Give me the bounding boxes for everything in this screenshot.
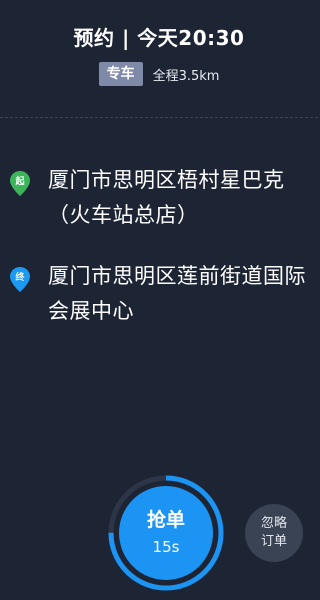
end-pin-label: 终 (15, 273, 25, 283)
end-address: 厦门市思明区莲前街道国际会展中心 (48, 264, 306, 323)
ignore-order-button[interactable]: 忽略 订单 (245, 504, 303, 562)
car-type-badge: 专车 (98, 62, 143, 86)
grab-order-button[interactable]: 抢单 15s (119, 486, 213, 580)
start-address: 厦门市思明区梧村星巴克（火车站总店） (48, 168, 285, 227)
order-title: 预约 | 今天20:30 (73, 26, 245, 50)
grab-order-label: 抢单 (146, 509, 185, 531)
order-header: 预约 | 今天20:30 专车 全程3.5km (0, 0, 318, 100)
end-pin-icon: 终 (10, 267, 30, 292)
grab-order-control[interactable]: 抢单 15s (107, 474, 225, 592)
order-meta: 专车 全程3.5km (0, 62, 318, 86)
total-distance: 全程3.5km (152, 68, 220, 84)
ignore-label-line2: 订单 (260, 534, 287, 549)
dashed-divider (0, 117, 318, 118)
start-pin-label: 起 (15, 177, 25, 187)
ignore-label-line1: 忽略 (260, 516, 287, 531)
start-pin-icon: 起 (10, 171, 30, 196)
countdown-timer: 15s (152, 538, 180, 556)
